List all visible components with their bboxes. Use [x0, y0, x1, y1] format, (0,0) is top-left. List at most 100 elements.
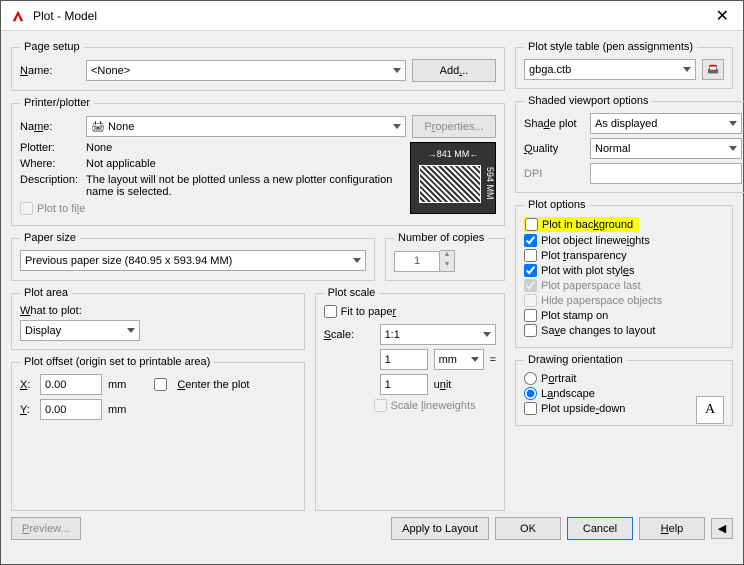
- center-plot-label: Center the plot: [177, 379, 249, 391]
- page-setup-group: Page setup Name: <None> Add...: [11, 41, 505, 91]
- app-logo-icon: [11, 9, 25, 23]
- printer-name-label: Name:: [20, 121, 80, 133]
- printer-icon: [706, 64, 720, 76]
- quality-select[interactable]: Normal: [590, 138, 742, 159]
- scale-select[interactable]: 1:1: [380, 324, 496, 345]
- unit-b-label: unit: [434, 379, 452, 391]
- plot-offset-group: Plot offset (origin set to printable are…: [11, 356, 305, 511]
- x-mm-label: mm: [108, 379, 126, 391]
- fit-to-paper-checkbox[interactable]: [324, 305, 337, 318]
- copies-input: [394, 251, 440, 272]
- paper-width-dim: →841 MM←: [421, 149, 485, 159]
- plot-with-styles-checkbox[interactable]: [524, 264, 537, 277]
- dpi-input: [590, 163, 742, 184]
- plot-paperspace-label: Plot paperspace last: [541, 280, 641, 292]
- paper-size-select[interactable]: Previous paper size (840.95 x 593.94 MM): [20, 250, 366, 271]
- shade-plot-label: Shade plot: [524, 118, 584, 130]
- paper-preview: →841 MM← 594 MM: [410, 142, 496, 214]
- copies-group: Number of copies ▲▼: [385, 232, 505, 281]
- plot-stamp-checkbox[interactable]: [524, 309, 537, 322]
- y-mm-label: mm: [108, 404, 126, 416]
- scale-num-b-input[interactable]: [380, 374, 428, 395]
- printer-name-select[interactable]: 🖨 None: [86, 116, 406, 137]
- plotter-value: None: [86, 142, 112, 154]
- save-changes-checkbox[interactable]: [524, 324, 537, 337]
- chevron-down-icon: ▼: [440, 261, 454, 271]
- plot-to-file-label: Plot to file: [37, 203, 85, 215]
- apply-to-layout-button[interactable]: Apply to Layout: [391, 517, 489, 540]
- ok-button[interactable]: OK: [495, 517, 561, 540]
- scale-unit-a-select[interactable]: mm: [434, 349, 484, 370]
- upside-down-label: Plot upside-down: [541, 403, 625, 415]
- printer-plotter-group: Printer/plotter Name: 🖨 None Properties.…: [11, 97, 505, 226]
- edit-style-button[interactable]: [702, 59, 724, 80]
- help-button[interactable]: Help: [639, 517, 705, 540]
- expand-options-button[interactable]: ◀: [711, 518, 733, 539]
- dpi-label: DPI: [524, 168, 584, 180]
- shade-plot-select[interactable]: As displayed: [590, 113, 742, 134]
- fit-to-paper-label: Fit to paper: [341, 306, 397, 318]
- paper-size-legend: Paper size: [20, 232, 80, 244]
- y-label: Y:: [20, 404, 34, 416]
- x-label: X:: [20, 379, 34, 391]
- hide-paperspace-checkbox: [524, 294, 537, 307]
- y-input[interactable]: [40, 399, 102, 420]
- scale-lineweights-label: Scale lineweights: [391, 400, 476, 412]
- close-icon[interactable]: ✕: [712, 6, 733, 26]
- landscape-radio[interactable]: [524, 387, 537, 400]
- orientation-group: Drawing orientation Portrait Landscape P…: [515, 354, 733, 426]
- page-setup-name-select[interactable]: <None>: [86, 60, 406, 81]
- x-input[interactable]: [40, 374, 102, 395]
- plot-obj-lineweights-label: Plot object lineweights: [541, 235, 650, 247]
- chevron-left-icon: ◀: [718, 522, 726, 535]
- desc-label: Description:: [20, 174, 80, 186]
- upside-down-checkbox[interactable]: [524, 402, 537, 415]
- style-table-legend: Plot style table (pen assignments): [524, 41, 697, 53]
- paper-preview-page-icon: [419, 165, 481, 203]
- plot-offset-legend: Plot offset (origin set to printable are…: [20, 356, 214, 368]
- portrait-radio[interactable]: [524, 372, 537, 385]
- add-page-setup-button[interactable]: Add...: [412, 59, 496, 82]
- plot-options-group: Plot options Plot in background Plot obj…: [515, 199, 733, 348]
- cancel-button[interactable]: Cancel: [567, 517, 633, 540]
- window-title: Plot - Model: [33, 9, 712, 23]
- dialog-footer: Preview... Apply to Layout OK Cancel Hel…: [1, 511, 743, 550]
- copies-legend: Number of copies: [394, 232, 488, 244]
- plot-stamp-label: Plot stamp on: [541, 310, 608, 322]
- plot-dialog: Plot - Model ✕ Page setup Name: <None> A…: [0, 0, 744, 565]
- plot-paperspace-checkbox: [524, 279, 537, 292]
- plot-transparency-label: Plot transparency: [541, 250, 627, 262]
- preview-button[interactable]: Preview...: [11, 517, 81, 540]
- where-value: Not applicable: [86, 158, 156, 170]
- name-label: Name:: [20, 65, 80, 77]
- shaded-viewport-group: Shaded viewport options Shade plot As dis…: [515, 95, 744, 193]
- plot-scale-group: Plot scale Fit to paper Scale: 1:1 mm =: [315, 287, 505, 511]
- plot-transparency-checkbox[interactable]: [524, 249, 537, 262]
- what-to-plot-label: What to plot:: [20, 305, 296, 317]
- plot-with-styles-label: Plot with plot styles: [541, 265, 635, 277]
- scale-lineweights-checkbox: [374, 399, 387, 412]
- landscape-label: Landscape: [541, 388, 595, 400]
- plot-to-file-checkbox: [20, 202, 33, 215]
- paper-size-group: Paper size Previous paper size (840.95 x…: [11, 232, 375, 281]
- page-setup-legend: Page setup: [20, 41, 84, 53]
- save-changes-label: Save changes to layout: [541, 325, 655, 337]
- plot-background-checkbox[interactable]: [525, 218, 538, 231]
- desc-value: The layout will not be plotted unless a …: [86, 174, 404, 198]
- shaded-legend: Shaded viewport options: [524, 95, 652, 107]
- center-plot-checkbox[interactable]: [154, 378, 167, 391]
- copies-spinner: ▲▼: [440, 250, 455, 272]
- equals-label: =: [490, 354, 496, 366]
- orientation-legend: Drawing orientation: [524, 354, 627, 366]
- orientation-preview-icon: A: [696, 396, 724, 424]
- plot-area-group: Plot area What to plot: Display: [11, 287, 305, 350]
- plot-obj-lineweights-checkbox[interactable]: [524, 234, 537, 247]
- style-table-select[interactable]: gbga.ctb: [524, 59, 696, 80]
- plot-scale-legend: Plot scale: [324, 287, 380, 299]
- scale-num-a-input[interactable]: [380, 349, 428, 370]
- scale-label: Scale:: [324, 329, 374, 341]
- hide-paperspace-label: Hide paperspace objects: [541, 295, 662, 307]
- where-label: Where:: [20, 158, 80, 170]
- what-to-plot-select[interactable]: Display: [20, 320, 140, 341]
- plot-style-table-group: Plot style table (pen assignments) gbga.…: [515, 41, 733, 89]
